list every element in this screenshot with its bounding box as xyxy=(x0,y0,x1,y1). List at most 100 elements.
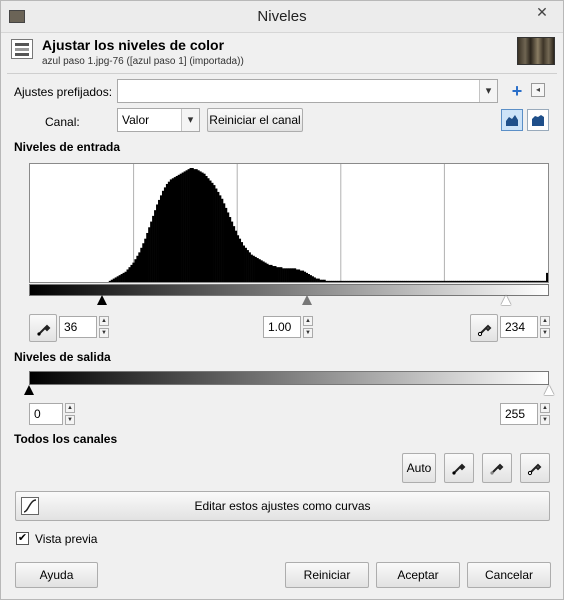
histogram-bin xyxy=(362,280,366,282)
histogram-bin xyxy=(244,247,247,282)
histogram-bin xyxy=(258,259,261,282)
window-title: Niveles xyxy=(257,8,307,25)
gamma-stepper[interactable]: ▲ ▼ xyxy=(303,316,313,338)
histogram-bin xyxy=(518,280,521,282)
stepper-up-icon[interactable]: ▲ xyxy=(303,316,313,326)
chevron-down-icon[interactable]: ▾ xyxy=(181,109,199,131)
histogram-bin xyxy=(197,170,200,282)
stepper-down-icon[interactable]: ▼ xyxy=(303,328,313,338)
histogram-bin xyxy=(163,187,167,282)
plus-icon[interactable]: + xyxy=(509,82,525,100)
title-bar: Niveles ✕ xyxy=(1,1,563,33)
output-low-handle[interactable] xyxy=(24,385,34,395)
chevron-down-icon[interactable]: ▾ xyxy=(479,80,497,102)
histogram-bin xyxy=(439,280,442,282)
histogram-bin xyxy=(516,280,519,282)
histogram-bin xyxy=(169,179,173,282)
histogram-bin xyxy=(282,268,285,282)
histogram-bin xyxy=(195,169,198,282)
histogram-bin xyxy=(329,280,332,282)
histogram-bin xyxy=(305,272,309,282)
stepper-down-icon[interactable]: ▼ xyxy=(540,328,550,338)
help-button[interactable]: Ayuda xyxy=(15,562,98,588)
preview-label[interactable]: Vista previa xyxy=(35,532,97,546)
black-point-stepper[interactable]: ▲ ▼ xyxy=(99,316,109,338)
output-high-stepper[interactable]: ▲ ▼ xyxy=(540,403,550,425)
histogram-bin xyxy=(284,268,287,282)
histogram-bin xyxy=(498,280,502,282)
accept-button[interactable]: Aceptar xyxy=(376,562,460,588)
histogram-bin xyxy=(270,264,273,282)
reset-channel-button[interactable]: Reiniciar el canal xyxy=(207,108,303,132)
reset-button[interactable]: Reiniciar xyxy=(285,562,369,588)
stepper-down-icon[interactable]: ▼ xyxy=(65,415,75,425)
histogram-bin xyxy=(374,280,377,282)
preview-checkbox[interactable]: ✔ xyxy=(16,532,29,545)
histogram-bin xyxy=(427,280,431,282)
white-point-handle[interactable] xyxy=(501,295,512,305)
histogram-bin xyxy=(388,280,391,282)
histogram-bin xyxy=(538,280,541,282)
black-point-picker-button[interactable] xyxy=(29,314,57,342)
histogram-bin xyxy=(477,280,480,282)
close-button[interactable]: ✕ xyxy=(527,2,557,22)
stepper-down-icon[interactable]: ▼ xyxy=(540,415,550,425)
black-point-handle[interactable] xyxy=(97,295,108,305)
histogram-bin xyxy=(437,280,440,282)
histogram-bin xyxy=(154,210,157,282)
histogram-bin xyxy=(291,268,295,282)
pick-white-point-button[interactable] xyxy=(520,453,550,483)
histogram-bin xyxy=(433,280,437,282)
histogram-bin xyxy=(366,280,370,282)
white-point-stepper[interactable]: ▲ ▼ xyxy=(540,316,550,338)
histogram-bin xyxy=(319,279,322,282)
gamma-input[interactable]: 1.00 xyxy=(263,316,301,338)
cancel-button[interactable]: Cancelar xyxy=(467,562,551,588)
white-point-picker-button[interactable] xyxy=(470,314,498,342)
stepper-down-icon[interactable]: ▼ xyxy=(99,328,109,338)
pick-black-point-button[interactable] xyxy=(444,453,474,483)
histogram-bin xyxy=(540,280,543,282)
output-levels-slider[interactable] xyxy=(24,385,554,399)
histogram-bin xyxy=(380,280,383,282)
histogram-bin xyxy=(398,280,401,282)
output-low-stepper[interactable]: ▲ ▼ xyxy=(65,403,75,425)
gamma-handle[interactable] xyxy=(302,295,313,305)
output-levels-heading: Niveles de salida xyxy=(14,350,111,364)
histogram-bin xyxy=(441,280,444,282)
output-high-handle[interactable] xyxy=(544,385,554,395)
input-levels-slider[interactable] xyxy=(29,295,549,309)
stepper-up-icon[interactable]: ▲ xyxy=(65,403,75,413)
log-histogram-toggle[interactable] xyxy=(527,109,549,131)
black-point-input[interactable]: 36 xyxy=(59,316,97,338)
histogram-bin xyxy=(392,280,395,282)
histogram-bin xyxy=(475,280,478,282)
menu-icon[interactable]: ◂ xyxy=(531,83,545,97)
pick-gray-point-button[interactable] xyxy=(482,453,512,483)
histogram-bin xyxy=(542,280,545,282)
histogram-bin xyxy=(152,215,155,282)
white-point-input[interactable]: 234 xyxy=(500,316,538,338)
channel-combo[interactable]: Valor ▾ xyxy=(117,108,200,132)
histogram[interactable] xyxy=(29,163,549,283)
histogram-bin xyxy=(447,280,450,282)
histogram-bin xyxy=(406,280,409,282)
histogram-bin xyxy=(423,280,427,282)
histogram-bin xyxy=(167,181,171,282)
image-thumbnail xyxy=(517,37,555,65)
histogram-bin xyxy=(453,280,456,282)
output-high-input[interactable]: 255 xyxy=(500,403,538,425)
eyedropper-black-icon xyxy=(37,324,51,336)
auto-button[interactable]: Auto xyxy=(402,453,436,483)
stepper-up-icon[interactable]: ▲ xyxy=(540,316,550,326)
linear-histogram-toggle[interactable] xyxy=(501,109,523,131)
histogram-bin xyxy=(512,280,515,282)
presets-combo[interactable]: ▾ xyxy=(117,79,498,103)
edit-as-curves-button[interactable]: Editar estos ajustes como curvas xyxy=(15,491,550,521)
output-low-input[interactable]: 0 xyxy=(29,403,63,425)
stepper-up-icon[interactable]: ▲ xyxy=(99,316,109,326)
histogram-bin xyxy=(404,280,407,282)
histogram-bin xyxy=(504,280,507,282)
output-low-value: 0 xyxy=(34,407,41,421)
stepper-up-icon[interactable]: ▲ xyxy=(540,403,550,413)
